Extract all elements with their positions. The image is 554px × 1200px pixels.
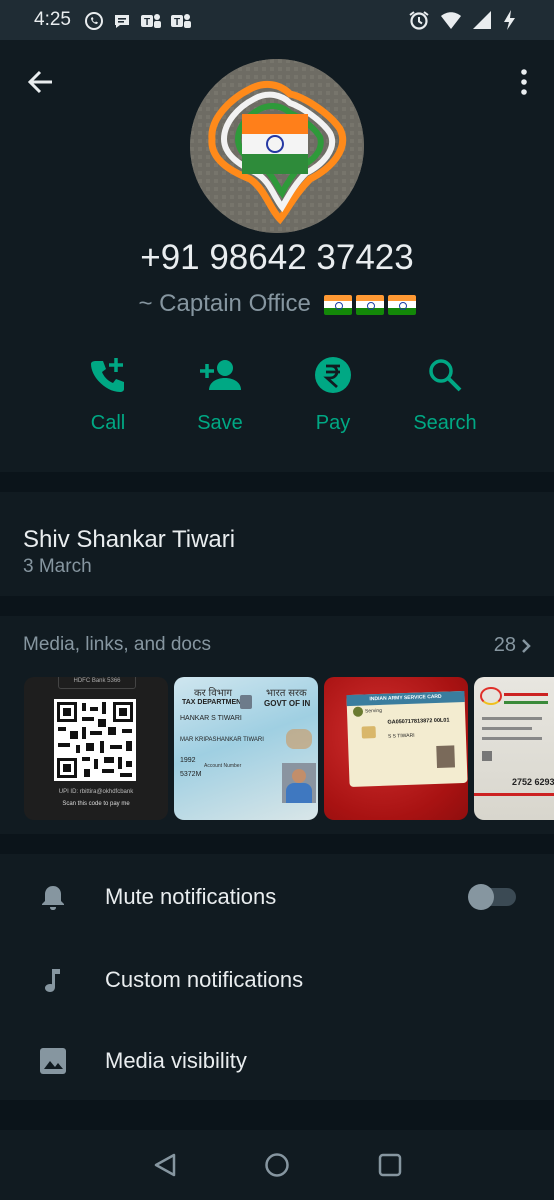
nav-back-icon[interactable] [152,1152,178,1178]
media-count-value: 28 [493,634,516,656]
contact-about: ~ Captain Office [0,290,554,318]
custom-notifications-label: Custom notifications [105,967,304,992]
about-text: ~ Captain Office [138,290,311,317]
contact-phone-number: +91 98642 37423 [140,238,414,277]
search-label: Search [413,412,477,434]
status-time: 4:25 [34,9,71,30]
bell-icon [42,886,64,910]
status-bar: 4:25 T T [0,0,554,40]
teams-icon: T [171,14,191,28]
whatsapp-notification-icon [85,12,103,30]
card-chip [361,726,376,739]
image-icon [40,1048,66,1074]
rupee-icon [315,357,351,393]
mute-notifications-label: Mute notifications [105,884,277,909]
alarm-icon [409,11,429,30]
nav-recents-icon[interactable] [377,1152,403,1178]
id-photo [282,763,316,803]
media-thumbnail[interactable]: 2752 6293 [474,677,554,820]
music-note-icon [45,969,60,992]
media-visibility-row[interactable]: Media visibility [0,1020,554,1100]
india-flags [323,294,416,315]
media-thumbnail[interactable]: कर विभाग भारत सरक TAX DEPARTMENT GOVT OF… [174,677,318,820]
battery-charging-icon [504,10,515,30]
custom-notifications-row[interactable]: Custom notifications [0,939,554,1019]
aadhaar-logo-icon [480,687,502,705]
media-visibility-label: Media visibility [105,1048,247,1073]
media-count[interactable]: 28 [494,634,532,657]
search-icon [429,359,462,392]
save-contact-button[interactable]: Save [175,352,265,435]
contact-date: 3 March [23,556,92,577]
mute-notifications-toggle[interactable] [468,884,516,910]
call-button[interactable]: Call [63,352,153,435]
contact-name: Shiv Shankar Tiwari [23,526,236,553]
call-add-icon [91,358,124,392]
more-options-icon[interactable] [516,68,532,96]
teams-icon: T [141,14,161,28]
pay-label: Pay [315,412,351,434]
nav-home-icon[interactable] [264,1152,290,1178]
qr-code-image [54,699,136,781]
media-thumbnail[interactable]: HDFC Bank 5366 UPI ID: rbittira@okhdfcba… [24,677,168,820]
id-photo [436,745,456,768]
india-flag-icon [323,294,352,315]
chat-notification-icon [115,15,129,28]
wifi-icon [441,12,461,29]
call-label: Call [90,412,126,434]
svg-text:T: T [174,17,180,28]
chevron-right-icon [522,638,531,653]
india-flag-icon [355,294,384,315]
svg-text:T: T [144,17,150,28]
save-label: Save [197,412,243,434]
signal-icon [473,11,491,29]
system-navigation-bar [0,1130,554,1200]
add-person-icon [200,360,241,390]
search-button[interactable]: Search [400,352,490,435]
media-section-title[interactable]: Media, links, and docs [23,634,211,656]
army-emblem-icon [352,706,364,717]
back-arrow-icon[interactable] [26,68,54,96]
mute-notifications-row[interactable]: Mute notifications [0,856,554,936]
india-flag-icon [387,294,416,315]
media-thumbnail[interactable]: INDIAN ARMY SERVICE CARD Serving GA05071… [324,677,468,820]
emblem-icon [240,695,252,709]
pay-button[interactable]: Pay [288,352,378,435]
profile-photo[interactable] [190,59,364,233]
